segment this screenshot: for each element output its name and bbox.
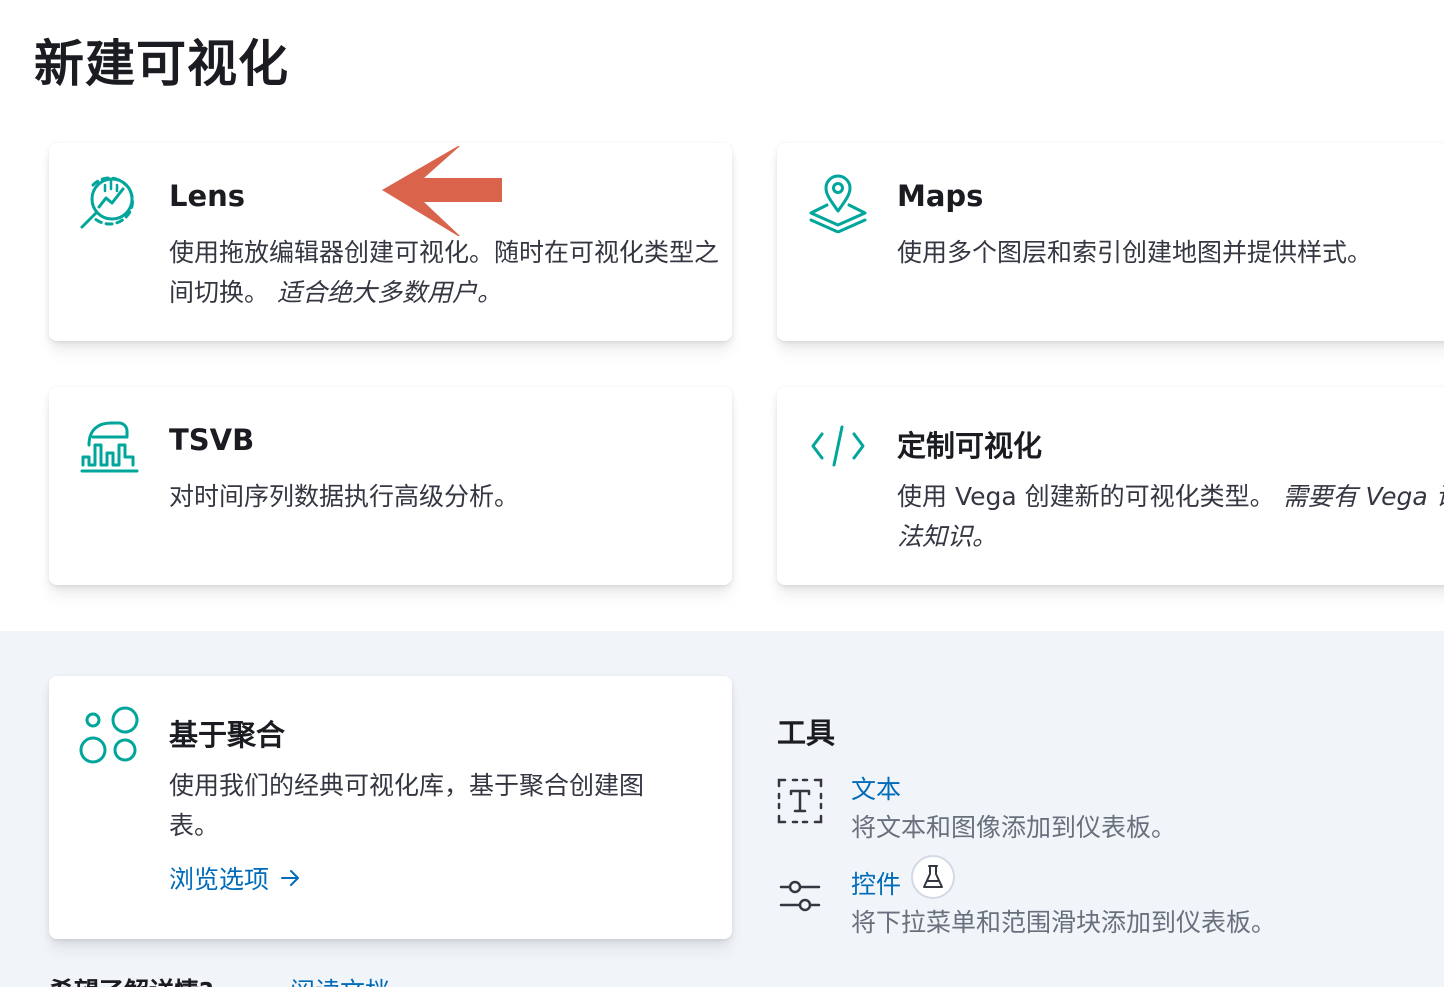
tsvb-title: TSVB: [169, 423, 255, 457]
lens-description: 使用拖放编辑器创建可视化。随时在可视化类型之间切换。 适合绝大多数用户。: [169, 238, 720, 307]
custom-visualization-description: 使用 Vega 创建新的可视化类型。 需要有 Vega 语法知识。: [897, 482, 1444, 551]
arrow-right-icon: [281, 870, 300, 886]
controls-tool-description: 将下拉菜单和范围滑块添加到仪表板。: [851, 908, 1277, 937]
controls-tool-title[interactable]: 控件: [851, 865, 901, 901]
beaker-icon: [923, 865, 943, 888]
browse-options-label: 浏览选项: [169, 865, 270, 894]
aggregation-title: 基于聚合: [169, 718, 286, 752]
text-tool-icon: [777, 778, 823, 824]
controls-icon: [779, 880, 821, 912]
text-tool-title[interactable]: 文本: [851, 770, 901, 806]
maps-app-icon: [809, 174, 867, 233]
annotation-arrow-icon: [382, 146, 502, 236]
read-docs-link[interactable]: 阅读文档: [290, 972, 390, 987]
maps-card[interactable]: Maps 使用多个图层和索引创建地图并提供样式。: [777, 143, 1444, 341]
page-title: 新建可视化: [34, 35, 289, 93]
aggregation-icon: [79, 706, 139, 764]
tsvb-card[interactable]: TSVB 对时间序列数据执行高级分析。: [49, 387, 732, 585]
tools-heading: 工具: [777, 716, 836, 750]
custom-visualization-title: 定制可视化: [897, 429, 1043, 463]
text-tool-description: 将文本和图像添加到仪表板。: [851, 813, 1177, 842]
maps-description: 使用多个图层和索引创建地图并提供样式。: [897, 238, 1373, 267]
learn-more-text: 希望了解详情?: [49, 972, 214, 987]
lens-app-icon: [80, 176, 135, 229]
aggregation-card[interactable]: 基于聚合 使用我们的经典可视化库，基于聚合创建图表。 浏览选项: [49, 676, 732, 939]
beta-badge: [911, 855, 955, 899]
aggregation-description: 使用我们的经典可视化库，基于聚合创建图表。: [169, 771, 645, 840]
lens-title: Lens: [169, 179, 246, 213]
code-icon: [811, 425, 865, 467]
custom-visualization-card[interactable]: 定制可视化 使用 Vega 创建新的可视化类型。 需要有 Vega 语法知识。: [777, 387, 1444, 585]
browse-options-link[interactable]: 浏览选项: [169, 860, 301, 896]
tsvb-app-icon: [80, 421, 139, 473]
maps-title: Maps: [897, 179, 984, 213]
tsvb-description: 对时间序列数据执行高级分析。: [169, 482, 520, 511]
